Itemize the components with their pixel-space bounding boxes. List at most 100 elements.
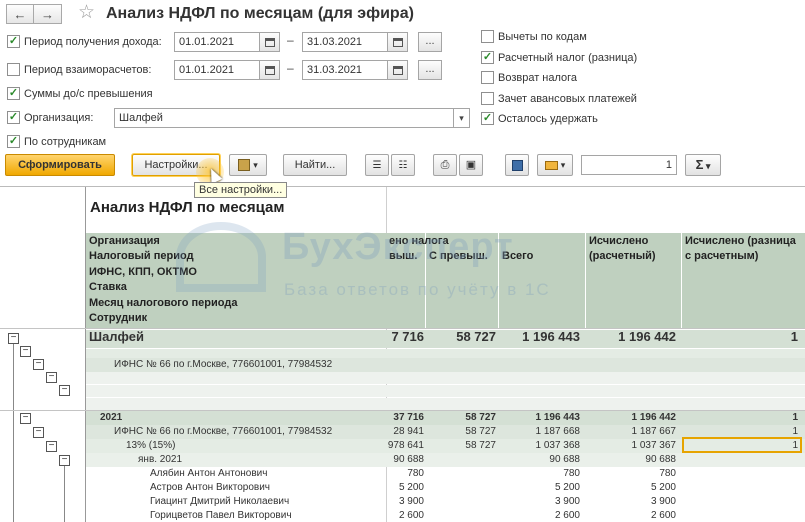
settlement-to-field[interactable]: 31.03.2021 [302, 60, 388, 80]
income-to-field[interactable]: 31.03.2021 [302, 32, 388, 52]
calc-tax-diff-checkbox[interactable]: ✓ [481, 51, 494, 64]
collapse-node-icon[interactable]: − [20, 413, 31, 424]
cell-withheld: 28 941 [393, 426, 424, 437]
advance-offset-label: Зачет авансовых платежей [498, 93, 637, 105]
row-name: янв. 2021 [138, 454, 183, 465]
selected-cell[interactable] [682, 437, 802, 453]
deductions-by-codes-checkbox[interactable] [481, 30, 494, 43]
cell-total: 1 187 668 [535, 426, 581, 437]
cell-total: 5 200 [554, 482, 580, 493]
range-dash: – [287, 61, 294, 75]
table-row[interactable] [86, 385, 805, 397]
cell-calc: 90 688 [645, 454, 676, 465]
find-button[interactable]: Найти... [283, 154, 347, 176]
table-row[interactable]: янв. 2021 90 688 90 688 90 688 [86, 453, 805, 467]
by-employees-label: По сотрудникам [24, 136, 107, 148]
cell-withheld: 90 688 [393, 454, 424, 465]
remaining-withhold-checkbox[interactable]: ✓ [481, 112, 494, 125]
collapse-node-icon[interactable]: − [33, 427, 44, 438]
col-header-calc-diff: Исчислено (разница с расчетным) [685, 235, 796, 262]
save-button[interactable] [505, 154, 529, 176]
settlement-to-calendar-button[interactable] [388, 60, 408, 80]
cell-calc: 780 [659, 468, 676, 479]
cell-withheld: 3 900 [398, 496, 424, 507]
organization-checkbox[interactable]: ✓ [7, 111, 20, 124]
collapse-node-icon[interactable]: − [46, 441, 57, 452]
table-row[interactable] [86, 398, 805, 410]
preview-icon: ▣ [465, 159, 477, 171]
income-period-checkbox[interactable]: ✓ [7, 35, 20, 48]
income-from-calendar-button[interactable] [260, 32, 280, 52]
collapse-groups-button[interactable]: ☷ [391, 154, 415, 176]
cell-calc: 1 187 667 [631, 426, 677, 437]
settlement-period-label: Период взаиморасчетов: [24, 64, 152, 76]
collapse-node-icon[interactable]: − [59, 385, 70, 396]
favorite-star-icon[interactable]: ☆ [78, 3, 95, 23]
income-from-field[interactable]: 01.01.2021 [174, 32, 260, 52]
print-button[interactable]: ⎙ [433, 154, 457, 176]
forward-button[interactable]: → [34, 4, 62, 24]
table-row[interactable]: Алябин Антон Антонович 780 780 780 [86, 467, 805, 481]
row-name: Астров Антон Викторович [150, 482, 270, 493]
table-row[interactable]: Шалфей 7 716 58 727 1 196 443 1 196 442 … [86, 330, 805, 348]
settlement-period-checkbox[interactable] [7, 63, 20, 76]
cell-withheld: 5 200 [398, 482, 424, 493]
email-dropdown-button[interactable]: ▾ [537, 154, 573, 176]
cell-total: 1 037 368 [535, 440, 581, 451]
envelope-icon [544, 160, 558, 170]
row-header-org: Организация [89, 235, 160, 247]
table-row[interactable]: Горицветов Павел Викторович 2 600 2 600 … [86, 509, 805, 522]
watermark: БухЭксперт [282, 226, 514, 268]
generate-button[interactable]: Сформировать [5, 154, 115, 176]
advance-offset-checkbox[interactable] [481, 92, 494, 105]
organization-label: Организация: [24, 112, 94, 124]
table-row[interactable]: Астров Антон Викторович 5 200 5 200 5 20… [86, 481, 805, 495]
cell-with-excess: 58 727 [465, 426, 496, 437]
column-divider [585, 233, 586, 328]
collapse-node-icon[interactable]: − [46, 372, 57, 383]
settlement-from-calendar-button[interactable] [260, 60, 280, 80]
calendar-icon [392, 37, 403, 47]
cell-calc: 2 600 [650, 510, 676, 521]
table-row[interactable]: ИФНС № 66 по г.Москве, 776601001, 779845… [86, 358, 805, 372]
cell-total: 780 [563, 468, 580, 479]
row-header-employee: Сотрудник [89, 312, 148, 324]
variant-dropdown-button[interactable]: ▾ [229, 154, 267, 176]
deductions-by-codes-label: Вычеты по кодам [498, 31, 587, 43]
collapse-node-icon[interactable]: − [20, 346, 31, 357]
row-name: ИФНС № 66 по г.Москве, 776601001, 779845… [114, 359, 333, 370]
settlement-period-select-button[interactable]: ... [418, 60, 442, 80]
income-to-calendar-button[interactable] [388, 32, 408, 52]
table-row[interactable]: 2021 37 716 58 727 1 196 443 1 196 442 1 [86, 411, 805, 425]
collapse-node-icon[interactable]: − [33, 359, 44, 370]
organization-value: Шалфей [119, 112, 163, 124]
income-period-select-button[interactable]: ... [418, 32, 442, 52]
table-row[interactable]: Гиацинт Дмитрий Николаевич 3 900 3 900 3… [86, 495, 805, 509]
cell-withheld: 780 [407, 468, 424, 479]
cell-with-excess: 58 727 [465, 412, 496, 423]
chevron-down-icon: ▾ [703, 161, 711, 171]
chevron-down-icon[interactable]: ▾ [453, 108, 469, 128]
expand-groups-button[interactable]: ☰ [365, 154, 389, 176]
sum-dropdown-button[interactable]: Σ ▾ [685, 154, 721, 176]
collapse-icon: ☷ [398, 160, 408, 171]
sums-checkbox[interactable]: ✓ [7, 87, 20, 100]
back-button[interactable]: ← [6, 4, 34, 24]
cell-withheld: 37 716 [393, 412, 424, 423]
by-employees-checkbox[interactable]: ✓ [7, 135, 20, 148]
collapse-node-icon[interactable]: − [8, 333, 19, 344]
cell-total: 1 196 443 [535, 412, 581, 423]
cell-total: 3 900 [554, 496, 580, 507]
table-row[interactable] [86, 372, 805, 384]
spin-field[interactable]: 1 [581, 155, 677, 175]
preview-button[interactable]: ▣ [459, 154, 483, 176]
collapse-node-icon[interactable]: − [59, 455, 70, 466]
cell-calc: 5 200 [650, 482, 676, 493]
cell-total: 1 196 443 [522, 329, 580, 344]
cell-with-excess: 58 727 [456, 329, 496, 344]
organization-field[interactable]: Шалфей ▾ [114, 108, 470, 128]
income-period-label: Период получения дохода: [24, 36, 162, 48]
settlement-from-field[interactable]: 01.01.2021 [174, 60, 260, 80]
tax-return-checkbox[interactable] [481, 71, 494, 84]
row-header-rate: Ставка [89, 281, 127, 293]
